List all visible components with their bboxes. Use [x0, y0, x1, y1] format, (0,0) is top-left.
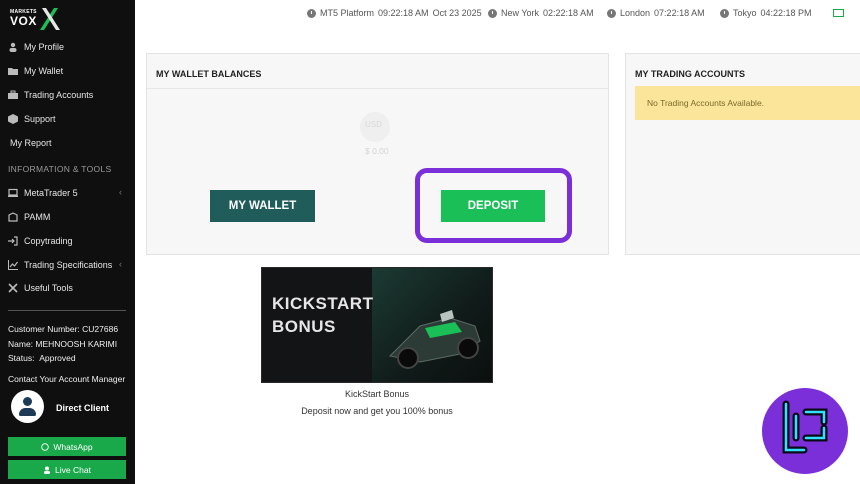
- balance-amount: $ 0.00: [365, 146, 389, 156]
- tc-logo-icon: [782, 400, 828, 454]
- race-car-icon: [388, 310, 481, 369]
- clock-time: 07:22:18 AM: [654, 8, 705, 18]
- clock-label: New York: [501, 8, 540, 18]
- logo-x-icon: [40, 8, 60, 30]
- chart-icon: [8, 260, 18, 270]
- chevron-left-icon: ‹: [119, 259, 122, 269]
- wallet-balances-panel: MY WALLET BALANCES USD $ 0.00 MY WALLET …: [146, 53, 609, 255]
- sidebar-item-metatrader5[interactable]: MetaTrader 5 ‹: [8, 185, 130, 201]
- sidebar-item-my-report[interactable]: My Report: [10, 135, 132, 151]
- clock-tokyo: Tokyo 04:22:18 PM: [720, 8, 812, 18]
- account-manager-label: Contact Your Account Manager: [8, 374, 126, 384]
- sidebar-item-trading-specifications[interactable]: Trading Specifications ‹: [8, 257, 130, 273]
- banner-title-line2: BONUS: [272, 317, 336, 336]
- section-header: INFORMATION & TOOLS: [8, 164, 112, 174]
- banner-caption: KickStart Bonus: [344, 389, 410, 399]
- folder-icon: [8, 68, 18, 75]
- sidebar-item-copytrading[interactable]: Copytrading: [8, 233, 130, 249]
- live-chat-button[interactable]: Live Chat: [8, 460, 126, 479]
- sidebar-item-label: My Profile: [24, 42, 65, 52]
- whatsapp-button[interactable]: WhatsApp: [8, 437, 126, 456]
- clock-time: 02:22:18 AM: [543, 8, 594, 18]
- sidebar-item-label: Trading Specifications: [24, 260, 113, 270]
- sidebar-item-my-profile[interactable]: My Profile: [8, 39, 130, 55]
- sidebar: MARKETS VOX My Profile My Wallet Trading…: [0, 0, 135, 484]
- sidebar-item-my-wallet[interactable]: My Wallet: [8, 63, 130, 79]
- whatsapp-label: WhatsApp: [53, 441, 93, 452]
- live-chat-label: Live Chat: [55, 464, 91, 475]
- laptop-icon: [8, 188, 18, 197]
- app-root: MARKETS VOX My Profile My Wallet Trading…: [0, 0, 860, 484]
- clock-icon: [720, 8, 729, 18]
- clock-london: London 07:22:18 AM: [607, 8, 705, 18]
- cube-icon: [8, 114, 18, 124]
- chevron-left-icon: ‹: [119, 187, 122, 197]
- clock-new-york: New York 02:22:18 AM: [488, 8, 594, 18]
- clock-icon: [488, 8, 497, 18]
- sidebar-divider: [8, 310, 126, 311]
- sidebar-item-label: Copytrading: [24, 236, 73, 246]
- panel-title: MY TRADING ACCOUNTS: [635, 69, 745, 79]
- customer-name: Name: MEHNOOSH KARIMI: [8, 339, 118, 349]
- status-label: Status:: [8, 353, 35, 363]
- sidebar-item-label: Support: [24, 114, 56, 124]
- my-wallet-button[interactable]: MY WALLET: [210, 190, 315, 222]
- clock-time: 09:22:18 AM: [378, 8, 429, 18]
- sidebar-item-support[interactable]: Support: [8, 111, 130, 127]
- avatar: [11, 390, 44, 423]
- sidebar-item-label: Useful Tools: [24, 283, 73, 293]
- watermark-logo-icon: [762, 388, 848, 474]
- sidebar-item-useful-tools[interactable]: Useful Tools: [8, 280, 130, 296]
- user-icon: [9, 42, 17, 52]
- manager-name: Direct Client: [56, 403, 110, 413]
- customer-number: Customer Number: CU27686: [8, 324, 119, 334]
- panel-separator: [147, 88, 608, 89]
- banner-title: KICKSTART BONUS: [272, 292, 373, 338]
- clock-time: 04:22:18 PM: [760, 8, 812, 18]
- mail-icon[interactable]: [833, 9, 844, 17]
- briefcase-icon: [8, 90, 18, 99]
- clock-label: London: [620, 8, 651, 18]
- clock-label: Tokyo: [733, 8, 757, 18]
- sidebar-item-label: Trading Accounts: [24, 90, 94, 100]
- clock-icon: [607, 8, 616, 18]
- sidebar-item-label: MetaTrader 5: [24, 188, 78, 198]
- sidebar-item-label: My Wallet: [24, 66, 64, 76]
- panel-title: MY WALLET BALANCES: [156, 69, 262, 79]
- clock-mt5: MT5 Platform 09:22:18 AM Oct 23 2025: [307, 8, 482, 18]
- currency-label: USD: [365, 120, 382, 129]
- topbar: MT5 Platform 09:22:18 AM Oct 23 2025 New…: [135, 0, 860, 28]
- clock-date: Oct 23 2025: [432, 8, 482, 18]
- sidebar-item-trading-accounts[interactable]: Trading Accounts: [8, 87, 130, 103]
- banner-title-line1: KICKSTART: [272, 294, 374, 313]
- avatar-head: [23, 397, 32, 406]
- tools-icon: [8, 283, 18, 293]
- pamm-icon: [8, 212, 18, 222]
- logo-big-text: VOX: [10, 14, 37, 28]
- sidebar-item-label: My Report: [10, 138, 52, 148]
- clock-label: MT5 Platform: [320, 8, 375, 18]
- brand-logo[interactable]: MARKETS VOX: [8, 4, 68, 30]
- kickstart-bonus-banner[interactable]: KICKSTART BONUS: [261, 267, 493, 383]
- signin-icon: [8, 236, 18, 246]
- empty-accounts-alert: No Trading Accounts Available.: [635, 86, 860, 120]
- avatar-body: [19, 408, 36, 416]
- sidebar-item-pamm[interactable]: PAMM: [8, 209, 130, 225]
- trading-accounts-panel: MY TRADING ACCOUNTS No Trading Accounts …: [625, 53, 860, 255]
- deposit-button[interactable]: DEPOSIT: [441, 190, 545, 222]
- customer-status: Status: Approved: [8, 353, 76, 363]
- sidebar-item-label: PAMM: [24, 212, 51, 222]
- whatsapp-icon: [41, 442, 50, 451]
- banner-subtitle: Deposit now and get you 100% bonus: [301, 406, 453, 416]
- clock-icon: [307, 8, 316, 18]
- chat-user-icon: [44, 466, 51, 474]
- status-value: Approved: [39, 353, 76, 363]
